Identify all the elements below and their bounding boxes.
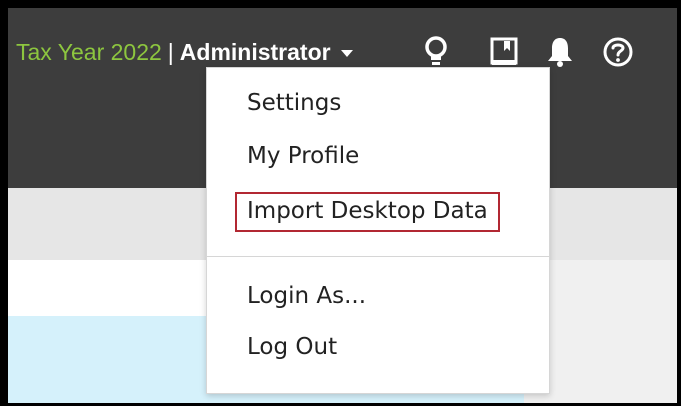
- menu-item-log-out[interactable]: Log Out: [247, 334, 337, 360]
- user-menu-dropdown: Settings My Profile Import Desktop Data …: [206, 67, 550, 394]
- header-separator: |: [167, 38, 174, 65]
- user-role-menu-toggle[interactable]: Administrator: [180, 39, 331, 66]
- menu-item-settings[interactable]: Settings: [247, 90, 341, 116]
- menu-item-login-as[interactable]: Login As...: [247, 283, 366, 309]
- menu-item-import-desktop-data[interactable]: Import Desktop Data: [235, 192, 500, 232]
- tax-year-label[interactable]: Tax Year 2022: [16, 39, 162, 66]
- frame-border-right: [677, 0, 681, 406]
- screenshot-frame: Tax Year 2022 | Administrator Settings M…: [0, 0, 681, 406]
- bell-icon[interactable]: [540, 32, 580, 72]
- book-icon[interactable]: [484, 32, 524, 72]
- frame-border-top: [0, 0, 681, 8]
- help-icon[interactable]: [598, 32, 638, 72]
- menu-divider: [207, 256, 549, 257]
- menu-item-my-profile[interactable]: My Profile: [247, 143, 359, 169]
- frame-border-left: [0, 0, 8, 406]
- chevron-down-icon[interactable]: [340, 49, 353, 57]
- lightbulb-icon[interactable]: [416, 32, 456, 72]
